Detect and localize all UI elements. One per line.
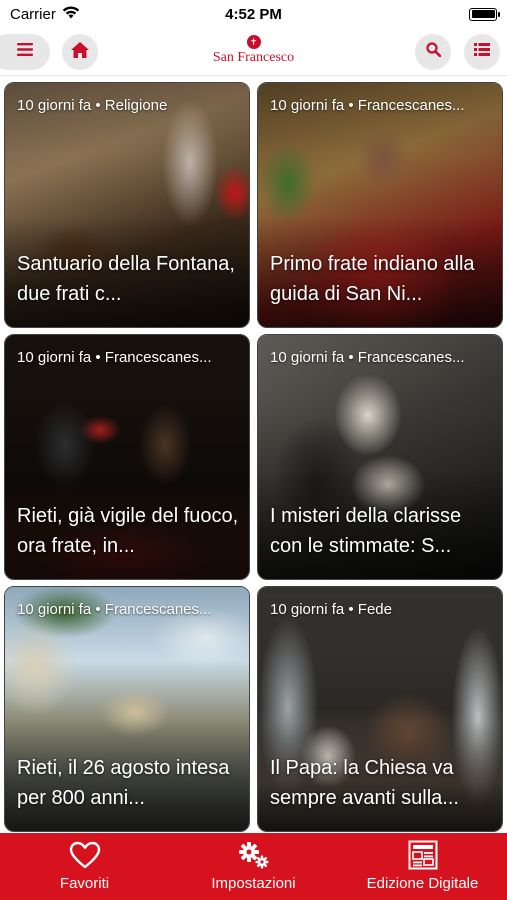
search-icon xyxy=(425,42,441,62)
article-title: Santuario della Fontana, due frati c... xyxy=(17,253,235,305)
tab-favoriti[interactable]: Favoriti xyxy=(0,839,169,892)
article-card[interactable]: 10 giorni fa • Fede Il Papa: la Chiesa v… xyxy=(257,586,503,832)
tab-impostazioni[interactable]: Impostazioni xyxy=(169,839,338,892)
article-card[interactable]: 10 giorni fa • Francescanes... I misteri… xyxy=(257,334,503,580)
article-meta: 10 giorni fa • Fede xyxy=(270,601,392,618)
bottom-tab-bar: Favoriti Impostazioni Edizione Digitale xyxy=(0,833,507,900)
app-screen: Carrier 4:52 PM ✝ San Francesco 10 giorn… xyxy=(0,0,507,900)
article-title: Primo frate indiano alla guida di San Ni… xyxy=(270,253,475,305)
article-card[interactable]: 10 giorni fa • Francescanes... Primo fra… xyxy=(257,82,503,328)
status-bar: Carrier 4:52 PM xyxy=(0,0,507,28)
list-view-button[interactable] xyxy=(464,34,500,70)
article-meta: 10 giorni fa • Religione xyxy=(17,97,168,114)
gears-icon xyxy=(237,839,271,871)
heart-icon xyxy=(69,839,101,871)
list-icon xyxy=(474,43,490,61)
article-card[interactable]: 10 giorni fa • Francescanes... Rieti, il… xyxy=(4,586,250,832)
battery-icon xyxy=(469,7,500,21)
article-card[interactable]: 10 giorni fa • Francescanes... Rieti, gi… xyxy=(4,334,250,580)
article-card[interactable]: 10 giorni fa • Religione Santuario della… xyxy=(4,82,250,328)
article-meta: 10 giorni fa • Francescanes... xyxy=(17,349,212,366)
article-meta: 10 giorni fa • Francescanes... xyxy=(270,349,465,366)
newspaper-icon xyxy=(408,839,438,871)
tab-edizione-digitale[interactable]: Edizione Digitale xyxy=(338,839,507,892)
article-title: Rieti, il 26 agosto intesa per 800 anni.… xyxy=(17,757,230,809)
tab-label: Impostazioni xyxy=(211,875,296,892)
clock: 4:52 PM xyxy=(225,5,282,23)
app-header: ✝ San Francesco xyxy=(0,30,507,76)
article-title: I misteri della clarisse con le stimmate… xyxy=(270,505,462,557)
article-title: Rieti, già vigile del fuoco, ora frate, … xyxy=(17,505,239,557)
article-grid: 10 giorni fa • Religione Santuario della… xyxy=(4,82,503,832)
tab-label: Favoriti xyxy=(59,875,110,892)
logo-emblem-icon: ✝ xyxy=(246,35,261,49)
article-title: Il Papa: la Chiesa va sempre avanti sull… xyxy=(270,757,459,809)
article-meta: 10 giorni fa • Francescanes... xyxy=(17,601,212,618)
search-button[interactable] xyxy=(415,34,451,70)
tab-label: Edizione Digitale xyxy=(366,875,479,892)
article-meta: 10 giorni fa • Francescanes... xyxy=(270,97,465,114)
